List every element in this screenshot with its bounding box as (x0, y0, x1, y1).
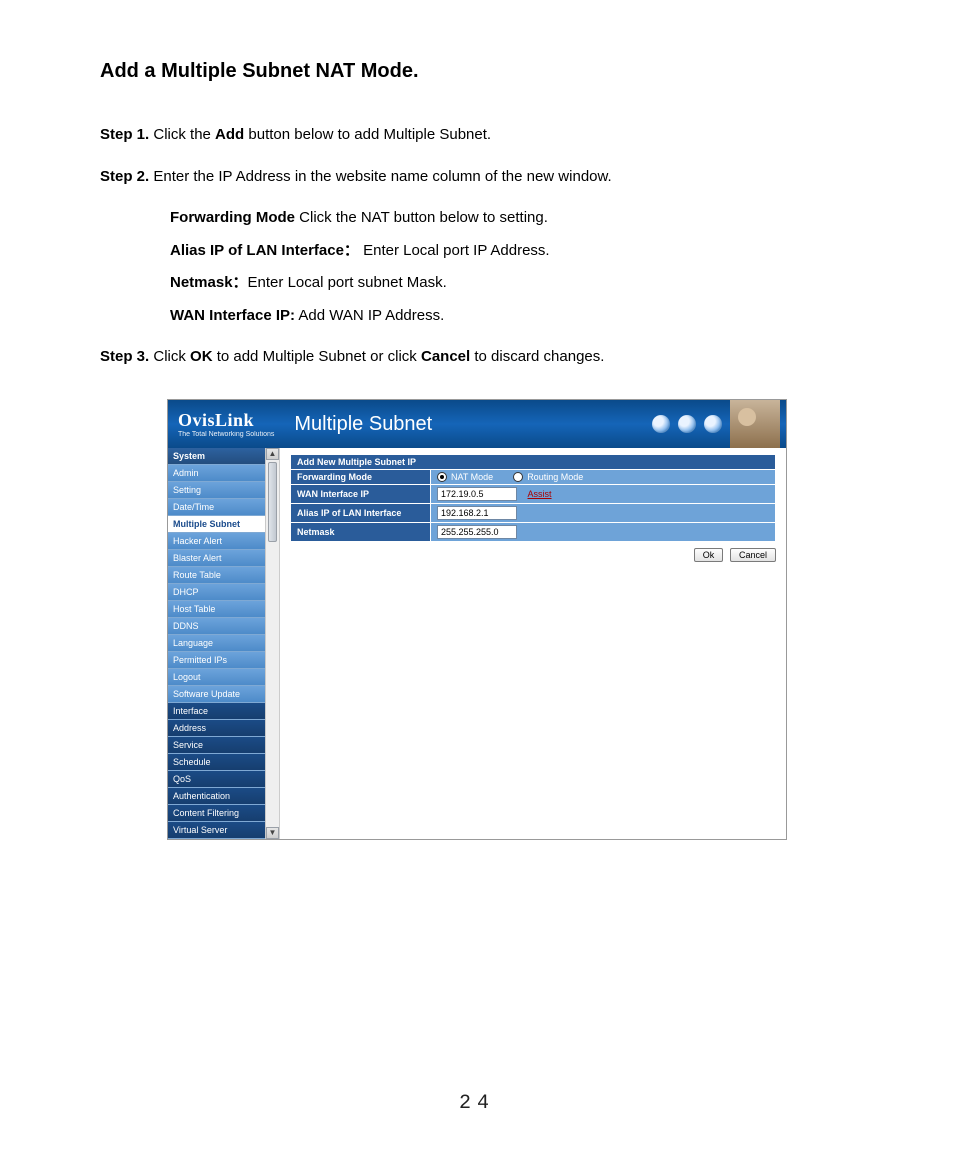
alias-ip-input[interactable] (437, 506, 517, 520)
nav-item[interactable]: Admin (168, 465, 266, 482)
nat-mode-text: NAT Mode (451, 472, 493, 482)
sub-fwd-t: Click the NAT button below to setting. (295, 209, 548, 226)
nav-item[interactable]: Interface (168, 703, 266, 720)
nav-item[interactable]: Blaster Alert (168, 550, 266, 567)
step-1: Step 1. Click the Add button below to ad… (100, 123, 854, 147)
ok-button[interactable]: Ok (694, 548, 724, 562)
step3-b2: Cancel (421, 348, 470, 365)
nav-item[interactable]: Schedule (168, 754, 266, 771)
assist-link[interactable]: Assist (528, 489, 552, 499)
nav-item[interactable]: Virtual Server (168, 822, 266, 839)
sub-alias-t: Enter Local port IP Address. (359, 242, 550, 259)
nav-item[interactable]: Service (168, 737, 266, 754)
page-number: 24 (0, 1092, 954, 1115)
sub-wan: WAN Interface IP: Add WAN IP Address. (170, 305, 854, 328)
step1-post: button below to add Multiple Subnet. (244, 126, 491, 143)
sub-wan-b: WAN Interface IP: (170, 307, 295, 324)
step3-b1: OK (190, 348, 213, 365)
nat-mode-radio[interactable] (437, 472, 447, 482)
brand-tagline: The Total Networking Solutions (178, 431, 274, 438)
fwd-mode-label: Forwarding Mode (291, 470, 431, 485)
form-header: Add New Multiple Subnet IP (291, 455, 776, 470)
user-photo (730, 400, 780, 448)
sub-net-b: Netmask： (170, 274, 248, 291)
globe-icon (652, 415, 670, 433)
step1-bold: Add (215, 126, 244, 143)
main-panel: Add New Multiple Subnet IP Forwarding Mo… (280, 448, 786, 839)
app-header: OvisLink The Total Networking Solutions … (168, 400, 786, 448)
netmask-label: Netmask (291, 523, 431, 542)
wan-ip-label: WAN Interface IP (291, 485, 431, 504)
scroll-up-icon[interactable]: ▲ (266, 448, 279, 460)
sidebar-scrollbar[interactable]: ▲ ▼ (265, 448, 279, 839)
cancel-button[interactable]: Cancel (730, 548, 776, 562)
wan-ip-input[interactable] (437, 487, 517, 501)
step-2: Step 2. Enter the IP Address in the webs… (100, 165, 854, 189)
sub-alias-b: Alias IP of LAN Interface： (170, 242, 359, 259)
page-title: Multiple Subnet (294, 413, 432, 436)
sub-alias: Alias IP of LAN Interface： Enter Local p… (170, 240, 854, 263)
nav-item[interactable]: Software Update (168, 686, 266, 703)
step3-pre: Click (149, 348, 190, 365)
nav-item[interactable]: DHCP (168, 584, 266, 601)
nav-section-system[interactable]: System (168, 448, 266, 465)
step3-mid: to add Multiple Subnet or click (213, 348, 421, 365)
scroll-thumb[interactable] (268, 462, 277, 542)
nav-item[interactable]: DDNS (168, 618, 266, 635)
nav-item-multiple-subnet[interactable]: Multiple Subnet (168, 516, 266, 533)
logo-block: OvisLink The Total Networking Solutions (168, 404, 284, 444)
step2-text: Enter the IP Address in the website name… (149, 168, 612, 185)
globe-icon (678, 415, 696, 433)
doc-title: Add a Multiple Subnet NAT Mode. (100, 60, 854, 83)
brand-name: OvisLink (178, 410, 274, 431)
nav-item[interactable]: Authentication (168, 788, 266, 805)
step1-label: Step 1. (100, 126, 149, 143)
netmask-input[interactable] (437, 525, 517, 539)
step2-label: Step 2. (100, 168, 149, 185)
nav-item[interactable]: Route Table (168, 567, 266, 584)
step3-label: Step 3. (100, 348, 149, 365)
alias-ip-label: Alias IP of LAN Interface (291, 504, 431, 523)
nav-item[interactable]: Logout (168, 669, 266, 686)
app-screenshot: OvisLink The Total Networking Solutions … (167, 399, 787, 840)
sidebar: System AdminSettingDate/Time Multiple Su… (168, 448, 280, 839)
nav-item[interactable]: Date/Time (168, 499, 266, 516)
header-right (652, 400, 786, 448)
nav-item[interactable]: Host Table (168, 601, 266, 618)
button-row: Ok Cancel (290, 548, 776, 562)
nav-item[interactable]: Setting (168, 482, 266, 499)
routing-mode-radio[interactable] (513, 472, 523, 482)
routing-mode-text: Routing Mode (527, 472, 583, 482)
scroll-down-icon[interactable]: ▼ (266, 827, 279, 839)
sub-fwd-b: Forwarding Mode (170, 209, 295, 226)
nav-item[interactable]: QoS (168, 771, 266, 788)
sub-wan-t: Add WAN IP Address. (295, 307, 444, 324)
form-table: Add New Multiple Subnet IP Forwarding Mo… (290, 454, 776, 542)
step3-post: to discard changes. (470, 348, 604, 365)
nav-item[interactable]: Permitted IPs (168, 652, 266, 669)
sub-fwd: Forwarding Mode Click the NAT button bel… (170, 207, 854, 230)
nav-item[interactable]: Hacker Alert (168, 533, 266, 550)
globe-icon (704, 415, 722, 433)
nav-item[interactable]: Address (168, 720, 266, 737)
nav: System AdminSettingDate/Time Multiple Su… (168, 448, 266, 839)
nav-item[interactable]: Content Filtering (168, 805, 266, 822)
nav-item[interactable]: Language (168, 635, 266, 652)
step-3: Step 3. Click OK to add Multiple Subnet … (100, 345, 854, 369)
step1-pre: Click the (149, 126, 215, 143)
sub-net-t: Enter Local port subnet Mask. (248, 274, 447, 291)
sub-net: Netmask：Enter Local port subnet Mask. (170, 272, 854, 295)
